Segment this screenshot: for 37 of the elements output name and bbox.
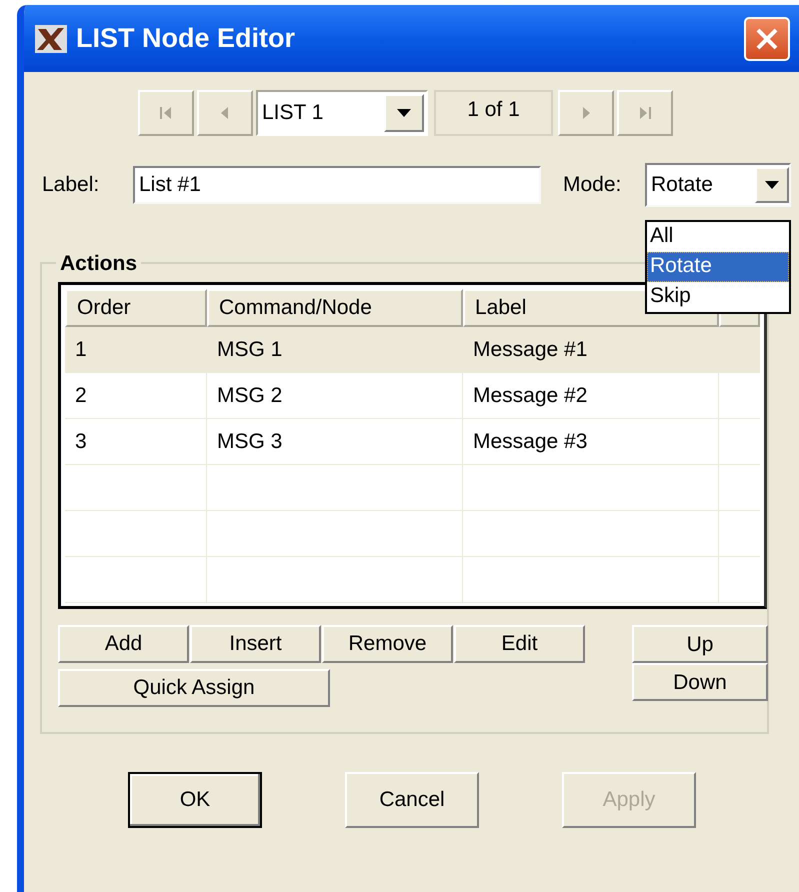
window-title: LIST Node Editor (76, 22, 295, 56)
table-cell-text: 2 (75, 382, 87, 409)
table-cell-text: 1 (75, 336, 87, 363)
label-caption: Label: (42, 172, 100, 198)
table-cell-text: 3 (75, 428, 87, 455)
table-cell-text: MSG 2 (217, 382, 282, 409)
column-header[interactable]: Command/Node (207, 289, 463, 327)
table-cell-text: Message #1 (473, 336, 588, 363)
dialog-button[interactable]: Cancel (345, 772, 479, 828)
app-logo-icon (34, 22, 68, 54)
table-row[interactable]: 2 MSG 2 Message #2 (65, 373, 760, 419)
quick-assign-button[interactable]: Quick Assign (58, 669, 330, 707)
dropdown-option[interactable]: Rotate (647, 252, 789, 282)
close-icon (754, 26, 780, 52)
table-cell-text: MSG 3 (217, 428, 282, 455)
list-dropdown[interactable]: LIST 1 (256, 90, 428, 136)
record-counter: 1 of 1 (434, 90, 553, 136)
move-button[interactable]: Down (632, 663, 768, 701)
mode-dropdown[interactable]: Rotate (645, 163, 791, 207)
column-header[interactable]: Order (65, 289, 207, 327)
table-row[interactable]: 3 MSG 3 Message #3 (65, 419, 760, 465)
action-button[interactable]: Edit (454, 625, 585, 663)
close-button[interactable] (744, 16, 790, 60)
action-button[interactable]: Add (58, 625, 189, 663)
action-button[interactable]: Insert (190, 625, 321, 663)
dialog-button[interactable]: OK (128, 772, 262, 828)
last-arrow-icon (637, 105, 653, 121)
label-field[interactable]: List #1 (133, 166, 541, 204)
mode-caption: Mode: (563, 172, 622, 198)
table-cell-text: Message #2 (473, 382, 588, 409)
first-arrow-icon (158, 105, 174, 121)
dropdown-option[interactable]: All (647, 222, 789, 252)
table-cell-text: Message #3 (473, 428, 588, 455)
action-button[interactable]: Remove (322, 625, 453, 663)
table-row[interactable]: 1 MSG 1 Message #1 (65, 327, 760, 373)
table-cell-text: MSG 1 (217, 336, 282, 363)
move-button[interactable]: Up (632, 625, 768, 663)
